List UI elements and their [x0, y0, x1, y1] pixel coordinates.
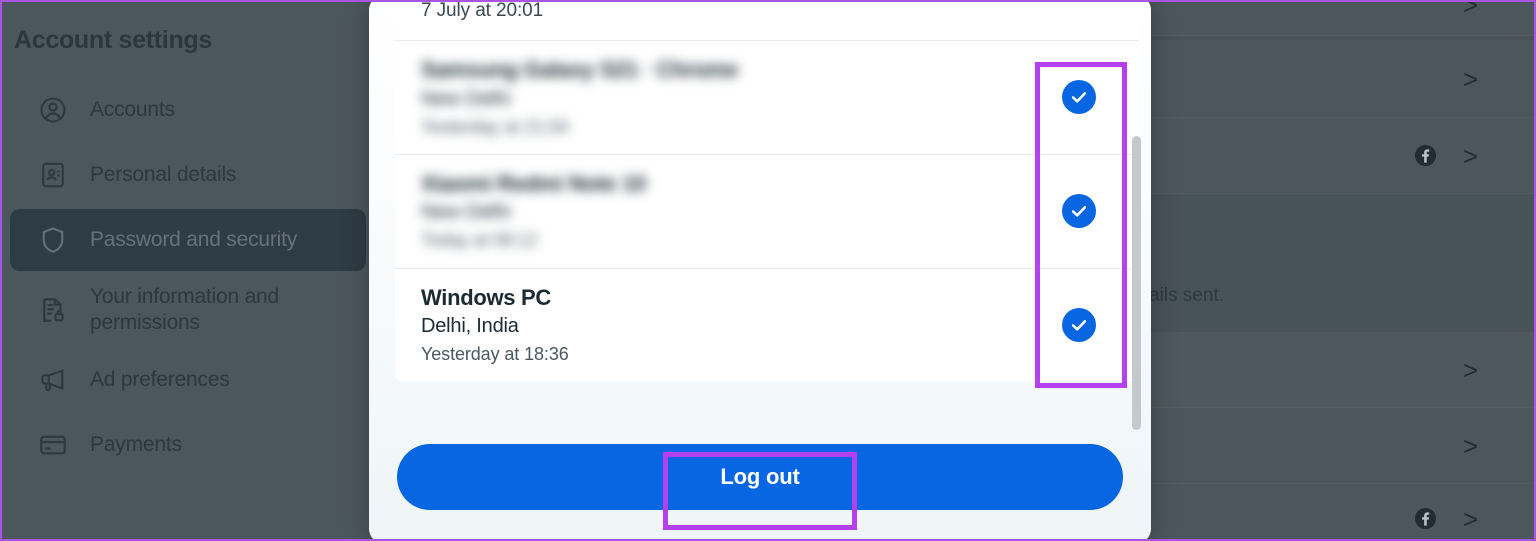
checkmark-icon[interactable]	[1062, 80, 1096, 115]
chevron-right-icon: >	[1462, 140, 1478, 171]
device-info: Samsung Galaxy S21 · Chrome New Delhi Ye…	[421, 55, 1019, 140]
account-settings-sidebar: Account settings Accounts Personal detai…	[2, 2, 374, 539]
chevron-right-icon: >	[1462, 503, 1478, 534]
device-checkbox-cell[interactable]	[1019, 2, 1139, 26]
id-card-icon	[38, 160, 68, 190]
modal-scrollbar-thumb[interactable]	[1132, 136, 1141, 430]
device-info: Windows PC Delhi, India Yesterday at 18:…	[421, 283, 1019, 368]
device-row[interactable]: Windows PC Delhi, India Yesterday at 18:…	[395, 267, 1139, 382]
sidebar-item-ad-preferences[interactable]: Ad preferences	[10, 349, 366, 411]
logout-devices-modal: 7 July at 20:01 Samsung Galaxy S21 · Chr…	[369, 0, 1151, 539]
sidebar-item-label: Password and security	[90, 228, 298, 252]
sidebar-item-accounts[interactable]: Accounts	[10, 79, 366, 141]
device-location: New Delhi	[421, 201, 511, 224]
facebook-icon	[1414, 144, 1437, 167]
sidebar-item-label: Personal details	[90, 163, 237, 187]
device-name: Xiaomi Redmi Note 10	[421, 170, 647, 196]
device-list: 7 July at 20:01 Samsung Galaxy S21 · Chr…	[395, 0, 1139, 382]
device-info: Xiaomi Redmi Note 10 New Delhi Today at …	[421, 169, 1019, 254]
sidebar-item-label: Your information and permissions	[90, 285, 280, 334]
device-location: Delhi, India	[421, 315, 519, 338]
user-circle-icon	[38, 95, 68, 125]
sidebar-item-your-information-and-permissions[interactable]: Your information and permissions	[10, 274, 366, 346]
shield-icon	[38, 225, 68, 255]
sidebar-item-password-and-security[interactable]: Password and security	[10, 209, 366, 271]
checkmark-icon[interactable]	[1062, 194, 1096, 229]
device-info: 7 July at 20:01	[421, 0, 1019, 25]
sidebar-item-label: Accounts	[90, 98, 175, 122]
device-checkbox-cell[interactable]	[1019, 169, 1139, 254]
device-name: Windows PC	[421, 284, 552, 310]
device-timestamp: Today at 09:12	[421, 230, 538, 251]
device-checkbox-cell[interactable]	[1019, 283, 1139, 368]
page-title: Account settings	[14, 26, 212, 54]
chevron-right-icon: >	[1462, 0, 1478, 20]
chevron-right-icon: >	[1462, 354, 1478, 385]
device-row-partial[interactable]: 7 July at 20:01	[395, 0, 1139, 40]
chevron-right-icon: >	[1462, 430, 1478, 461]
sidebar-item-payments[interactable]: Payments	[10, 414, 366, 476]
chevron-right-icon: >	[1462, 63, 1478, 94]
facebook-icon	[1414, 507, 1437, 530]
megaphone-icon	[38, 365, 68, 395]
log-out-button[interactable]: Log out	[397, 443, 1123, 510]
sidebar-item-label: Ad preferences	[90, 368, 230, 392]
device-timestamp: Yesterday at 21:04	[421, 116, 569, 137]
sidebar-item-personal-details[interactable]: Personal details	[10, 144, 366, 206]
device-location: New Delhi	[421, 87, 511, 110]
device-checkbox-cell[interactable]	[1019, 55, 1139, 140]
truncated-status-text: ails sent.	[1149, 285, 1224, 306]
sidebar-item-label: Payments	[90, 433, 182, 457]
screenshot-root: Account settings Accounts Personal detai…	[0, 0, 1536, 541]
document-lock-icon	[38, 295, 68, 325]
device-row[interactable]: Samsung Galaxy S21 · Chrome New Delhi Ye…	[395, 40, 1139, 154]
device-timestamp: 7 July at 20:01	[421, 0, 544, 22]
credit-card-icon	[38, 430, 68, 460]
checkmark-icon[interactable]	[1062, 307, 1096, 342]
device-name: Samsung Galaxy S21 · Chrome	[421, 57, 739, 82]
modal-footer: Log out	[369, 428, 1151, 539]
device-timestamp: Yesterday at 18:36	[421, 344, 569, 365]
device-row[interactable]: Xiaomi Redmi Note 10 New Delhi Today at …	[395, 153, 1139, 268]
device-list-scroll-area[interactable]: 7 July at 20:01 Samsung Galaxy S21 · Chr…	[369, 0, 1151, 428]
